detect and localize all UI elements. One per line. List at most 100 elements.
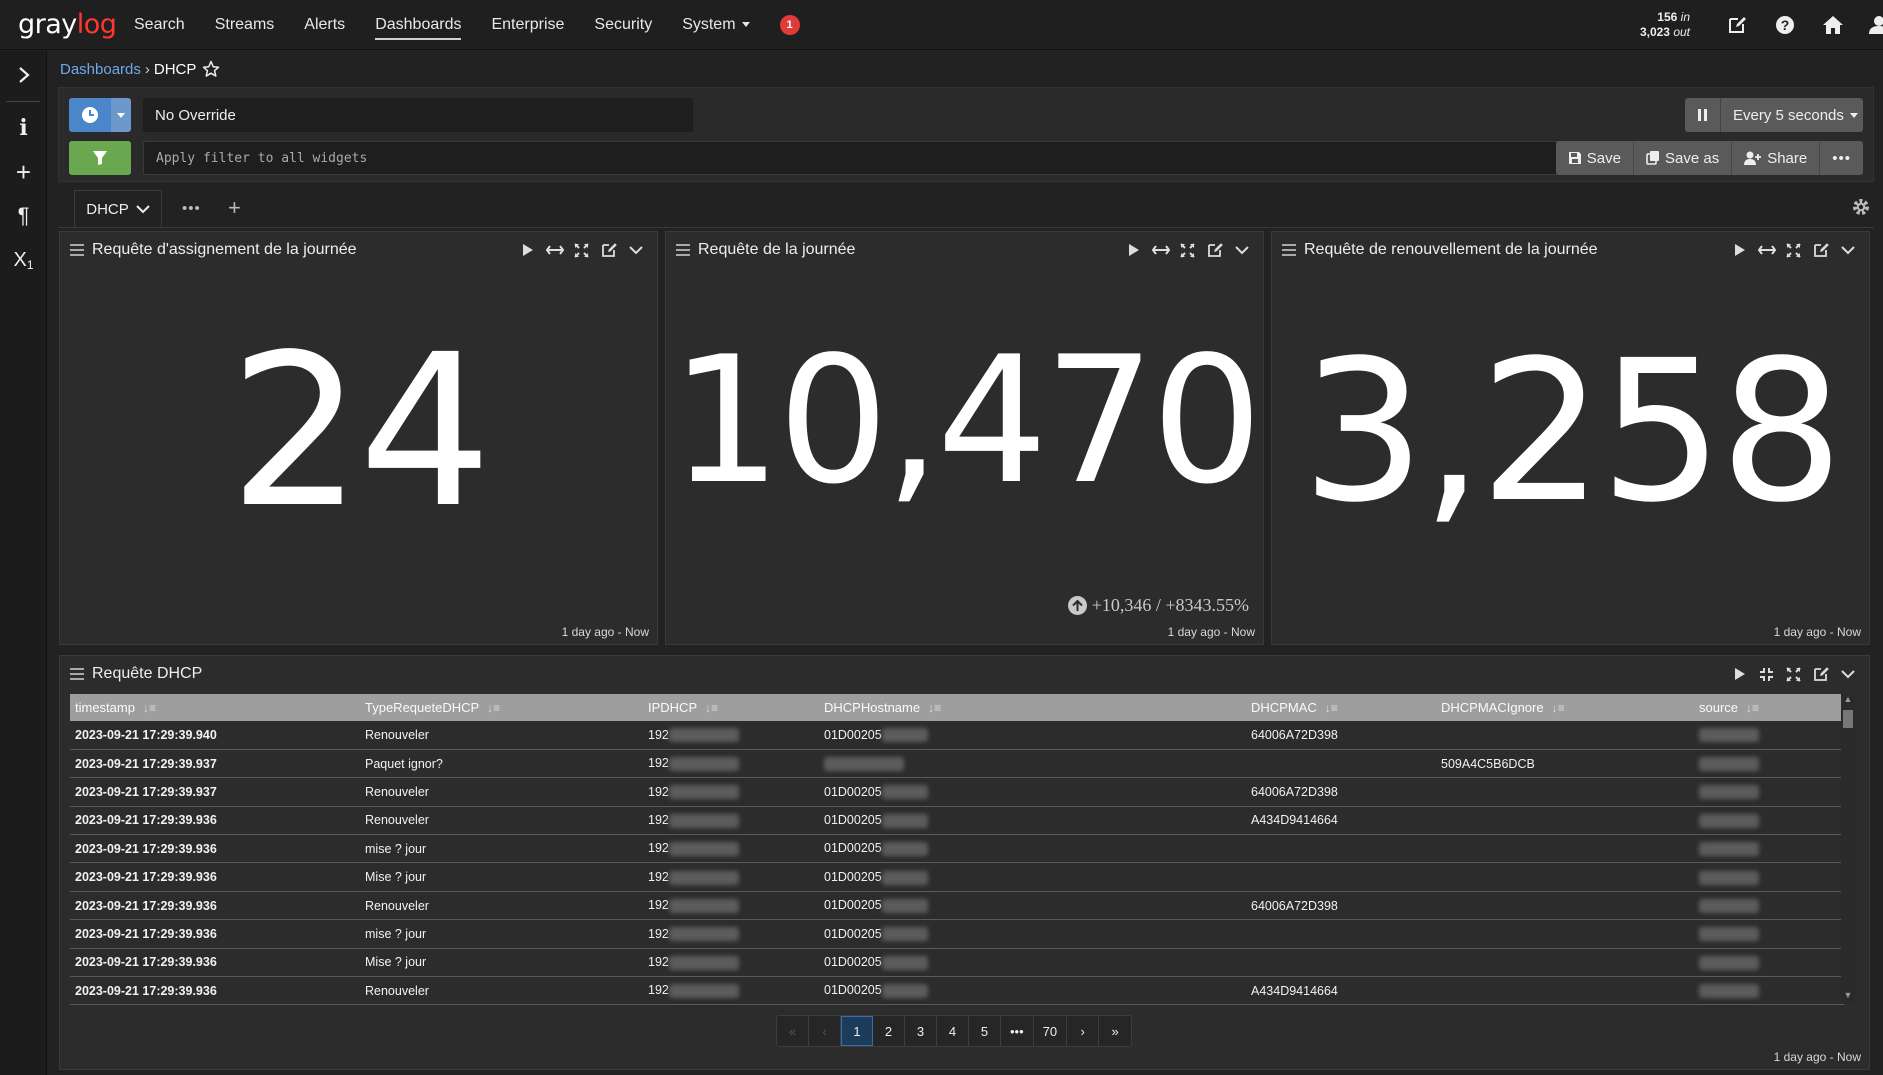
drag-handle-icon[interactable] (70, 668, 84, 680)
refresh-interval-button[interactable]: Every 5 seconds (1685, 98, 1863, 132)
fullscreen-icon[interactable] (1174, 232, 1201, 268)
expand-sidebar-button[interactable] (0, 53, 47, 97)
column-header-typerequete[interactable]: TypeRequeteDHCP ↓≡ (360, 694, 643, 721)
sort-icon[interactable]: ↓≡ (487, 701, 500, 715)
expand-horizontal-icon[interactable] (1147, 232, 1174, 268)
expand-horizontal-icon[interactable] (1753, 232, 1780, 268)
column-header-timestamp[interactable]: timestamp ↓≡ (70, 694, 360, 721)
column-header-source[interactable]: source ↓≡ (1694, 694, 1844, 721)
play-icon[interactable] (514, 232, 541, 268)
sort-icon[interactable]: ↓≡ (1325, 701, 1338, 715)
table-row[interactable]: 2023-09-21 17:29:39.936 Renouveler 192 01D0… (70, 891, 1844, 921)
edit-icon[interactable] (1807, 232, 1834, 268)
scrollbar-thumb[interactable] (1843, 710, 1853, 728)
table-scrollbar[interactable]: ▲ ▼ (1841, 694, 1855, 1004)
help-icon[interactable]: ? (1761, 0, 1809, 50)
clock-icon[interactable] (69, 98, 111, 132)
share-button[interactable]: Share (1732, 141, 1821, 175)
save-button[interactable]: Save (1556, 141, 1634, 175)
nav-alerts[interactable]: Alerts (304, 16, 345, 34)
table-row[interactable]: 2023-09-21 17:29:39.936 mise ? jour 192 01D… (70, 919, 1844, 949)
sort-icon[interactable]: ↓≡ (1552, 701, 1565, 715)
chevron-down-icon[interactable] (1834, 656, 1861, 692)
sort-icon[interactable]: ↓≡ (1746, 701, 1759, 715)
dashboard-info-button[interactable]: i (0, 106, 47, 150)
table-row[interactable]: 2023-09-21 17:29:39.937 Renouveler 192 01D0… (70, 777, 1844, 807)
column-header-mac[interactable]: DHCPMAC ↓≡ (1246, 694, 1436, 721)
breadcrumb-dashboards-link[interactable]: Dashboards (60, 61, 141, 78)
play-icon[interactable] (1120, 232, 1147, 268)
page-70-button[interactable]: 70 (1033, 1016, 1068, 1046)
page-2-button[interactable]: 2 (873, 1016, 905, 1046)
apply-filter-button[interactable] (69, 141, 131, 175)
column-header-macignore[interactable]: DHCPMACIgnore ↓≡ (1436, 694, 1694, 721)
nav-search[interactable]: Search (134, 16, 185, 34)
fields-button[interactable]: X1 (0, 238, 47, 282)
table-row[interactable]: 2023-09-21 17:29:39.937 Paquet ignor? 192 5… (70, 749, 1844, 779)
sort-icon[interactable]: ↓≡ (143, 701, 156, 715)
table-row[interactable]: 2023-09-21 17:29:39.936 Mise ? jour 192 01D… (70, 948, 1844, 978)
table-row[interactable]: 2023-09-21 17:29:39.936 Mise ? jour 192 01D… (70, 862, 1844, 892)
tab-dhcp[interactable]: DHCP (74, 190, 162, 228)
fullscreen-icon[interactable] (1780, 232, 1807, 268)
gear-icon[interactable] (1852, 198, 1870, 221)
time-range-display[interactable]: No Override (143, 98, 693, 132)
scroll-up-icon[interactable]: ▲ (1841, 694, 1855, 708)
star-icon[interactable] (202, 60, 220, 78)
last-page-button[interactable]: » (1099, 1016, 1132, 1046)
table-row[interactable]: 2023-09-21 17:29:39.936 Renouveler 192 01D0… (70, 976, 1844, 1006)
shrink-icon[interactable] (1753, 656, 1780, 692)
notification-badge[interactable]: 1 (779, 15, 800, 35)
sort-icon[interactable]: ↓≡ (705, 701, 718, 715)
scratchpad-icon[interactable] (1713, 0, 1761, 50)
drag-handle-icon[interactable] (70, 244, 84, 256)
edit-icon[interactable] (595, 232, 622, 268)
drag-handle-icon[interactable] (1282, 244, 1296, 256)
sort-icon[interactable]: ↓≡ (928, 701, 941, 715)
nav-security[interactable]: Security (594, 16, 652, 34)
column-header-ipdhcp[interactable]: IPDHCP ↓≡ (643, 694, 819, 721)
prev-page-button[interactable]: ‹ (809, 1016, 841, 1046)
edit-icon[interactable] (1201, 232, 1228, 268)
home-icon[interactable] (1809, 0, 1857, 50)
chevron-down-icon[interactable] (1228, 232, 1255, 268)
time-range-button[interactable] (69, 98, 131, 132)
scroll-down-icon[interactable]: ▼ (1841, 990, 1855, 1004)
page-1-button[interactable]: 1 (841, 1016, 873, 1046)
table-row[interactable]: 2023-09-21 17:29:39.936 mise ? jour 192 01D… (70, 834, 1844, 864)
table-row[interactable]: 2023-09-21 17:29:39.936 Renouveler 192 01D0… (70, 806, 1844, 836)
page-4-button[interactable]: 4 (937, 1016, 969, 1046)
fullscreen-icon[interactable] (1780, 656, 1807, 692)
time-range-dropdown-toggle[interactable] (111, 98, 131, 132)
user-icon[interactable] (1857, 0, 1883, 50)
nav-enterprise[interactable]: Enterprise (491, 16, 564, 34)
tab-more-button[interactable]: ••• (182, 200, 201, 217)
create-widget-button[interactable]: + (0, 150, 47, 194)
throughput-indicator[interactable]: 156 in 3,023 out (1628, 10, 1690, 40)
save-as-button[interactable]: Save as (1634, 141, 1733, 175)
nav-system[interactable]: System (682, 16, 750, 34)
widget-filter-input[interactable]: Apply filter to all widgets (143, 141, 1587, 175)
highlighting-button[interactable]: ¶ (0, 194, 47, 238)
column-header-hostname[interactable]: DHCPHostname ↓≡ (819, 694, 1246, 721)
page-3-button[interactable]: 3 (905, 1016, 937, 1046)
add-tab-button[interactable]: + (228, 195, 241, 221)
more-actions-button[interactable]: ••• (1820, 141, 1863, 175)
chevron-down-icon[interactable] (1834, 232, 1861, 268)
pause-icon[interactable] (1685, 98, 1721, 132)
expand-horizontal-icon[interactable] (541, 232, 568, 268)
next-page-button[interactable]: › (1067, 1016, 1100, 1046)
notification-badge-wrap[interactable]: 1 (779, 15, 800, 35)
play-icon[interactable] (1726, 656, 1753, 692)
fullscreen-icon[interactable] (568, 232, 595, 268)
nav-dashboards[interactable]: Dashboards (375, 16, 462, 40)
graylog-logo[interactable]: graylog (18, 9, 117, 40)
play-icon[interactable] (1726, 232, 1753, 268)
edit-icon[interactable] (1807, 656, 1834, 692)
drag-handle-icon[interactable] (676, 244, 690, 256)
nav-streams[interactable]: Streams (215, 16, 275, 34)
first-page-button[interactable]: « (777, 1016, 809, 1046)
page-5-button[interactable]: 5 (969, 1016, 1001, 1046)
table-row[interactable]: 2023-09-21 17:29:39.940 Renouveler 192 01D0… (70, 721, 1844, 750)
chevron-down-icon[interactable] (622, 232, 649, 268)
